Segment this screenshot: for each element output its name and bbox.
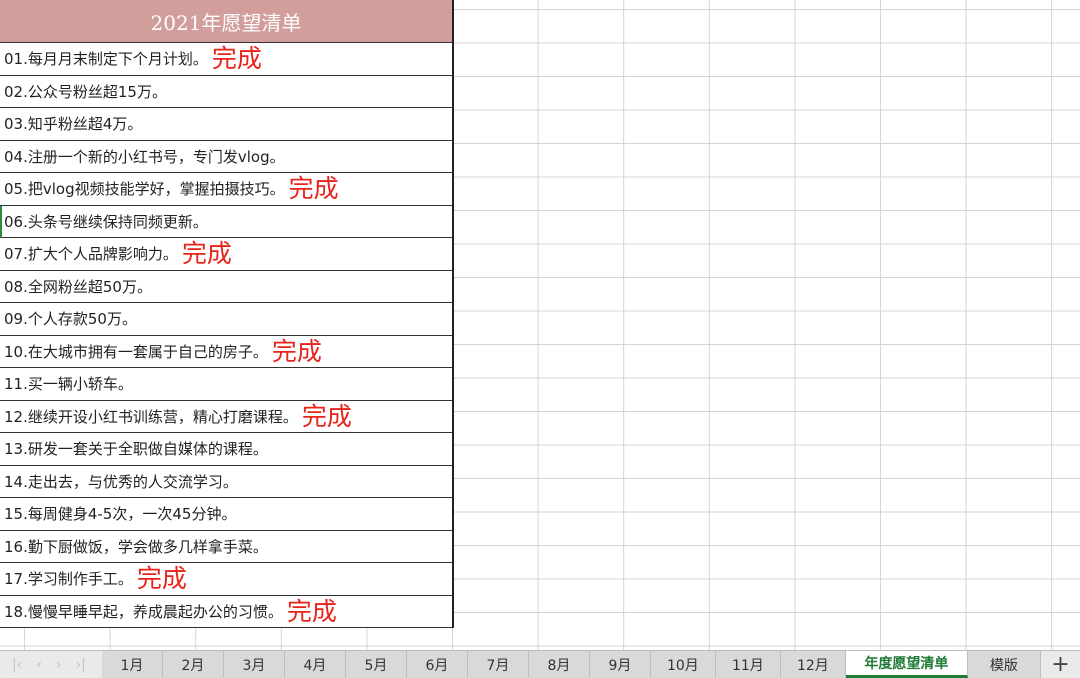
wish-text: 05.把vlog视频技能学好，掌握拍摄技巧。 — [4, 180, 285, 199]
wish-text: 09.个人存款50万。 — [4, 310, 137, 329]
wish-row[interactable]: 06.头条号继续保持同频更新。 — [0, 205, 452, 238]
sheet-tab[interactable]: 12月 — [780, 651, 846, 678]
done-mark: 完成 — [271, 336, 322, 366]
done-mark: 完成 — [288, 174, 339, 204]
wish-text: 15.每周健身4-5次，一次45分钟。 — [4, 505, 237, 524]
sheet-tab-bar: |‹ ‹ › ›| 1月 2月 3月 4月 5月 6月 7月 8月 9月 10月 11月 12月 年度愿… — [0, 650, 1080, 678]
wish-text: 03.知乎粉丝超4万。 — [4, 115, 143, 134]
done-mark: 完成 — [181, 239, 232, 269]
sheet-tab[interactable]: 3月 — [223, 651, 285, 678]
wish-text: 11.买一辆小轿车。 — [4, 375, 133, 394]
done-mark: 完成 — [136, 564, 187, 594]
sheet-tab[interactable]: 2月 — [162, 651, 224, 678]
wish-row[interactable]: 14.走出去，与优秀的人交流学习。 — [0, 466, 452, 498]
nav-next-icon[interactable]: › — [56, 657, 62, 673]
sheet-tab[interactable]: 4月 — [284, 651, 346, 678]
wish-text: 17.学习制作手工。 — [4, 570, 133, 589]
nav-prev-icon[interactable]: ‹ — [36, 657, 42, 673]
wish-row[interactable]: 05.把vlog视频技能学好，掌握拍摄技巧。 完成 — [0, 173, 452, 206]
wish-list-table: 2021年愿望清单 01.每月月末制定下个月计划。 完成 02.公众号粉丝超15万。… — [0, 0, 454, 628]
wish-text: 01.每月月末制定下个月计划。 — [4, 50, 208, 69]
wish-text: 14.走出去，与优秀的人交流学习。 — [4, 472, 238, 491]
sheet-tab[interactable]: 年度愿望清单 — [845, 651, 968, 678]
wish-text: 12.继续开设小红书训练营，精心打磨课程。 — [4, 407, 298, 426]
sheet-tab[interactable]: 7月 — [467, 651, 529, 678]
wish-row[interactable]: 15.每周健身4-5次，一次45分钟。 — [0, 498, 452, 531]
sheet-tab[interactable]: 9月 — [589, 651, 651, 678]
sheet-tab[interactable]: 1月 — [101, 651, 163, 678]
sheet-tab[interactable]: 8月 — [528, 651, 590, 678]
wish-text: 16.勤下厨做饭，学会做多几样拿手菜。 — [4, 537, 268, 556]
add-sheet-button[interactable]: + — [1041, 651, 1080, 678]
sheet-tab[interactable]: 5月 — [345, 651, 407, 678]
wish-row[interactable]: 01.每月月末制定下个月计划。 完成 — [0, 43, 452, 76]
wish-text: 18.慢慢早睡早起，养成晨起办公的习惯。 — [4, 602, 283, 621]
table-title[interactable]: 2021年愿望清单 — [0, 0, 452, 43]
wish-row[interactable]: 18.慢慢早睡早起，养成晨起办公的习惯。 完成 — [0, 596, 452, 628]
sheet-tab[interactable]: 模版 — [967, 651, 1041, 678]
wish-text: 10.在大城市拥有一套属于自己的房子。 — [4, 342, 268, 361]
wish-row[interactable]: 03.知乎粉丝超4万。 — [0, 108, 452, 141]
sheet-tab[interactable]: 6月 — [406, 651, 468, 678]
sheet-tab[interactable]: 10月 — [650, 651, 716, 678]
sheet-tab[interactable]: 11月 — [715, 651, 781, 678]
done-mark: 完成 — [301, 401, 352, 431]
wish-text: 07.扩大个人品牌影响力。 — [4, 245, 178, 264]
wish-row[interactable]: 11.买一辆小轿车。 — [0, 368, 452, 401]
wish-text: 06.头条号继续保持同频更新。 — [4, 212, 208, 231]
wish-row[interactable]: 17.学习制作手工。 完成 — [0, 563, 452, 596]
wish-row[interactable]: 07.扩大个人品牌影响力。 完成 — [0, 238, 452, 271]
done-mark: 完成 — [286, 596, 337, 626]
wish-row[interactable]: 09.个人存款50万。 — [0, 303, 452, 336]
wish-text: 08.全网粉丝超50万。 — [4, 277, 152, 296]
wish-row[interactable]: 08.全网粉丝超50万。 — [0, 271, 452, 303]
wish-text: 02.公众号粉丝超15万。 — [4, 82, 167, 101]
done-mark: 完成 — [211, 44, 262, 74]
wish-row[interactable]: 10.在大城市拥有一套属于自己的房子。 完成 — [0, 336, 452, 368]
wish-row[interactable]: 13.研发一套关于全职做自媒体的课程。 — [0, 433, 452, 466]
nav-last-icon[interactable]: ›| — [76, 657, 86, 673]
wish-row[interactable]: 12.继续开设小红书训练营，精心打磨课程。 完成 — [0, 401, 452, 433]
wish-text: 04.注册一个新的小红书号，专门发vlog。 — [4, 147, 285, 166]
nav-first-icon[interactable]: |‹ — [12, 657, 22, 673]
wish-row[interactable]: 04.注册一个新的小红书号，专门发vlog。 — [0, 141, 452, 173]
wish-text: 13.研发一套关于全职做自媒体的课程。 — [4, 440, 268, 459]
wish-row[interactable]: 02.公众号粉丝超15万。 — [0, 76, 452, 108]
sheet-nav: |‹ ‹ › ›| — [0, 651, 102, 678]
wish-row[interactable]: 16.勤下厨做饭，学会做多几样拿手菜。 — [0, 531, 452, 563]
